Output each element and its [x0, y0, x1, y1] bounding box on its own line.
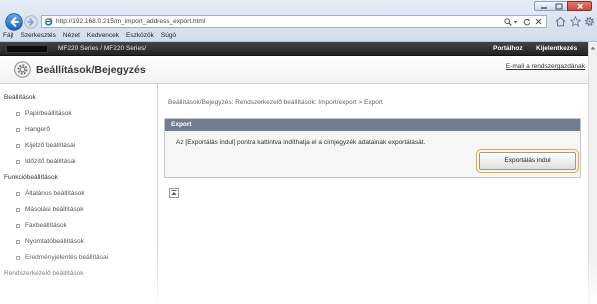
device-header-bar: MF220 Series / MF220 Series/ Portálhoz K… — [0, 42, 588, 56]
sidebar-item-label: Időzítő beállításai — [25, 158, 76, 165]
portal-link[interactable]: Portálhoz — [493, 42, 523, 56]
back-arrow-icon — [5, 13, 23, 31]
sidebar-item-label: Nyomtatóbeállítások — [25, 238, 84, 245]
sidebar-heading-settings[interactable]: Beállítások — [0, 90, 157, 106]
menu-help[interactable]: Súgó — [161, 30, 176, 41]
close-window-button[interactable] — [567, 1, 592, 11]
page-title: Beállítások/Bejegyzés — [36, 64, 146, 76]
dropdown-caret-icon[interactable] — [513, 18, 518, 26]
browser-chrome: http://192.168.0.215/m_import_address_ex… — [0, 0, 597, 42]
menu-edit[interactable]: Szerkesztés — [20, 30, 55, 41]
square-bullet-icon — [16, 192, 20, 196]
sidebar-nav: Beállítások Papírbeállítások Hangerő Kij… — [0, 84, 158, 304]
sidebar-heading-function-settings[interactable]: Funkcióbeállítások — [0, 170, 157, 186]
sidebar-item-report-settings[interactable]: Eredményjelentés beállításai — [0, 250, 157, 266]
minimize-button[interactable] — [534, 1, 552, 11]
gear-icon[interactable] — [584, 16, 595, 27]
sidebar-item-display-settings[interactable]: Kijelző beállításai — [0, 138, 157, 154]
square-bullet-icon — [16, 224, 20, 228]
scroll-up-arrow-icon[interactable] — [589, 45, 597, 51]
forward-button[interactable] — [24, 15, 38, 29]
sidebar-item-label: Kijelző beállításai — [25, 142, 76, 149]
menu-file[interactable]: Fájl — [3, 30, 13, 41]
menu-favorites[interactable]: Kedvencek — [87, 30, 119, 41]
search-icon[interactable] — [504, 17, 512, 26]
star-icon[interactable] — [570, 16, 581, 27]
square-bullet-icon — [16, 240, 20, 244]
sidebar-item-label: Eredményjelentés beállításai — [25, 254, 109, 261]
sidebar-item-label: Általános beállítások — [25, 190, 85, 197]
address-bar[interactable]: http://192.168.0.215/m_import_address_ex… — [41, 15, 547, 28]
sidebar-item-fax-settings[interactable]: Faxbeállítások — [0, 218, 157, 234]
square-bullet-icon — [16, 112, 20, 116]
page-top-arrow-icon[interactable] — [169, 188, 179, 198]
square-bullet-icon — [16, 160, 20, 164]
menu-bar: Fájl Szerkesztés Nézet Kedvencek Eszközö… — [0, 30, 597, 41]
sidebar-item-copy-settings[interactable]: Másolási beállítások — [0, 202, 157, 218]
sidebar-item-volume[interactable]: Hangerő — [0, 122, 157, 138]
sidebar-heading-admin-settings[interactable]: Rendszerkezelő beállítások — [0, 266, 157, 282]
panel-description: Az [Exportálás indul] pontra kattintva i… — [176, 139, 426, 146]
export-panel: Export Az [Exportálás indul] pontra katt… — [164, 118, 581, 178]
breadcrumb: Beállítások/Bejegyzés: Rendszerkezelő be… — [168, 99, 383, 106]
ie-page-icon — [44, 17, 53, 26]
panel-heading: Export — [165, 119, 580, 131]
home-icon[interactable] — [555, 16, 566, 27]
redacted-label — [6, 45, 48, 53]
sidebar-item-label: Hangerő — [25, 126, 50, 133]
page-title-bar: Beállítások/Bejegyzés E-mail a rendszerg… — [0, 56, 588, 84]
sidebar-item-printer-settings[interactable]: Nyomtatóbeállítások — [0, 234, 157, 250]
main-content: Beállítások/Bejegyzés: Rendszerkezelő be… — [158, 84, 588, 304]
close-icon — [577, 3, 583, 9]
start-export-button[interactable]: Exportálás indul — [479, 152, 576, 170]
settings-circle-icon — [14, 61, 31, 78]
back-button[interactable] — [5, 13, 23, 31]
device-name: MF220 Series / MF220 Series/ — [58, 45, 147, 52]
square-bullet-icon — [16, 208, 20, 212]
address-url[interactable]: http://192.168.0.215/m_import_address_ex… — [56, 16, 205, 27]
menu-tools[interactable]: Eszközök — [126, 30, 154, 41]
forward-arrow-icon — [24, 15, 38, 29]
sidebar-item-general-settings[interactable]: Általános beállítások — [0, 186, 157, 202]
vertical-scrollbar[interactable] — [588, 42, 597, 304]
maximize-icon — [555, 3, 563, 10]
stop-icon[interactable] — [535, 18, 542, 25]
sidebar-item-label: Papírbeállítások — [25, 110, 72, 117]
admin-email-link[interactable]: E-mail a rendszergazdának — [506, 63, 585, 71]
sidebar-item-timer-settings[interactable]: Időzítő beállításai — [0, 154, 157, 170]
sidebar-item-paper-settings[interactable]: Papírbeállítások — [0, 106, 157, 122]
button-highlight-ring: Exportálás indul — [476, 149, 579, 173]
sidebar-item-label: Faxbeállítások — [25, 222, 67, 229]
square-bullet-icon — [16, 144, 20, 148]
maximize-button[interactable] — [551, 1, 568, 11]
menu-view[interactable]: Nézet — [63, 30, 80, 41]
square-bullet-icon — [16, 128, 20, 132]
refresh-icon[interactable] — [523, 18, 531, 26]
square-bullet-icon — [16, 256, 20, 260]
sidebar-item-label: Másolási beállítások — [25, 206, 84, 213]
logout-link[interactable]: Kijelentkezés — [536, 42, 577, 56]
